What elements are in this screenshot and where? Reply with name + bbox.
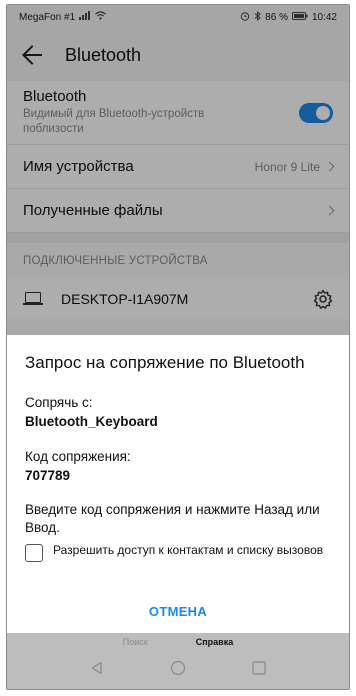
- contacts-access-checkbox[interactable]: [25, 544, 43, 562]
- navigation-bar: [7, 651, 349, 689]
- search-hint[interactable]: Поиск: [123, 637, 148, 647]
- nav-recent-apps-icon[interactable]: [252, 660, 266, 680]
- pairing-request-dialog: Запрос на сопряжение по Bluetooth Сопряч…: [7, 335, 349, 633]
- pairing-code-label: Код сопряжения:: [25, 449, 131, 464]
- contacts-access-label: Разрешить доступ к контактам и списку вы…: [53, 543, 324, 557]
- nav-home-icon[interactable]: [170, 660, 186, 681]
- pair-with-label: Сопрячь с:: [25, 395, 93, 410]
- nav-back-icon[interactable]: [90, 661, 104, 680]
- pair-with-device: Bluetooth_Keyboard: [25, 414, 158, 429]
- keyboard-hint-strip: Поиск Справка: [7, 633, 349, 651]
- pairing-instruction: Введите код сопряжения и нажмите Назад и…: [25, 502, 320, 535]
- help-hint[interactable]: Справка: [196, 637, 233, 647]
- dialog-title: Запрос на сопряжение по Bluetooth: [25, 353, 305, 372]
- contacts-access-option[interactable]: Разрешить доступ к контактам и списку вы…: [25, 543, 331, 562]
- cancel-button[interactable]: ОТМЕНА: [7, 604, 349, 619]
- pairing-code-value: 707789: [25, 468, 71, 483]
- phone-frame: MegaFon #1 86 % 10:42 Bluetooth Bluetoot…: [6, 4, 350, 690]
